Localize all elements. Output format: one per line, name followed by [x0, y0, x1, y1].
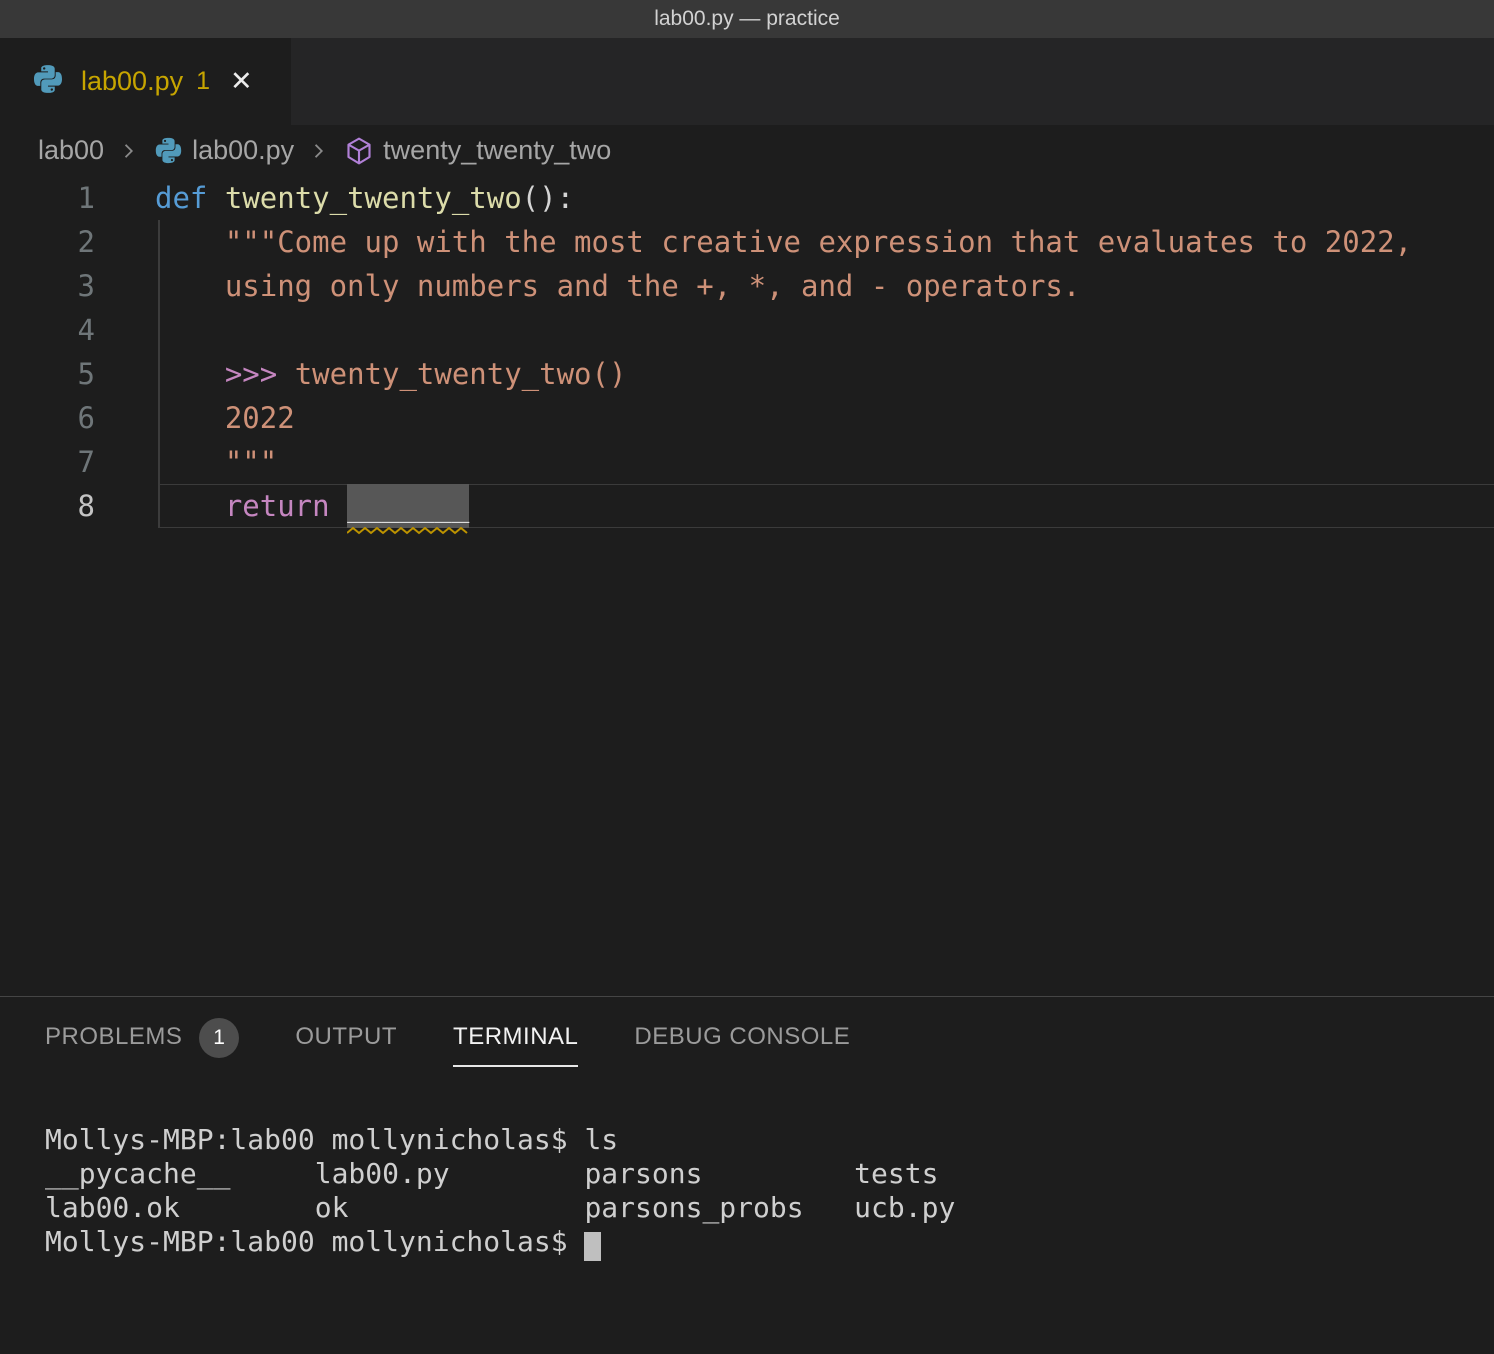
terminal-line: lab00.ok ok parsons_probs ucb.py	[45, 1191, 955, 1225]
code-line[interactable]: 2 """Come up with the most creative expr…	[0, 220, 1494, 264]
window-title: lab00.py — practice	[654, 7, 840, 31]
symbol-cube-icon	[344, 136, 374, 166]
code-line[interactable]: 7 """	[0, 440, 1494, 484]
tab-lab00py[interactable]: lab00.py 1 ✕	[0, 38, 291, 125]
tab-filename: lab00.py	[81, 66, 183, 97]
code-text: """	[95, 440, 277, 484]
panel-tab-label: DEBUG CONSOLE	[634, 1023, 850, 1051]
bottom-panel: PROBLEMS1OUTPUTTERMINALDEBUG CONSOLE Mol…	[0, 996, 1494, 1354]
panel-tab-output[interactable]: OUTPUT	[295, 1023, 397, 1067]
code-text: def twenty_twenty_two():	[95, 176, 574, 220]
code-text: return _______	[95, 484, 469, 528]
python-icon	[154, 136, 183, 165]
breadcrumb-file[interactable]: lab00.py	[154, 135, 294, 166]
terminal-line: Mollys-MBP:lab00 mollynicholas$	[45, 1225, 955, 1259]
panel-tab-bar: PROBLEMS1 OUTPUT TERMINAL DEBUG CONSOLE	[45, 1023, 850, 1067]
line-number: 4	[0, 308, 95, 352]
terminal-line: __pycache__ lab00.py parsons tests	[45, 1157, 955, 1191]
vscode-window: lab00.py — practice lab00.py 1 ✕ lab00	[0, 0, 1494, 1354]
terminal[interactable]: Mollys-MBP:lab00 mollynicholas$ ls__pyca…	[45, 1123, 955, 1259]
editor-tab-bar: lab00.py 1 ✕	[0, 38, 1494, 125]
titlebar: lab00.py — practice	[0, 0, 1494, 38]
line-number: 1	[0, 176, 95, 220]
code-line[interactable]: 5 >>> twenty_twenty_two()	[0, 352, 1494, 396]
close-icon[interactable]: ✕	[230, 66, 253, 97]
line-number: 6	[0, 396, 95, 440]
code-text: 2022	[95, 396, 295, 440]
code-text: >>> twenty_twenty_two()	[95, 352, 626, 396]
line-number: 7	[0, 440, 95, 484]
panel-tab-label: TERMINAL	[453, 1023, 578, 1051]
code-line[interactable]: 3 using only numbers and the +, *, and -…	[0, 264, 1494, 308]
panel-tab-terminal[interactable]: TERMINAL	[453, 1023, 578, 1067]
chevron-right-icon	[118, 140, 140, 162]
code-line[interactable]: 6 2022	[0, 396, 1494, 440]
panel-tab-label: PROBLEMS	[45, 1023, 182, 1051]
panel-tab-debug-console[interactable]: DEBUG CONSOLE	[634, 1023, 850, 1067]
breadcrumb-symbol[interactable]: twenty_twenty_two	[344, 135, 611, 166]
return-placeholder: _______	[347, 484, 469, 528]
code-text: using only numbers and the +, *, and - o…	[95, 264, 1080, 308]
line-number: 5	[0, 352, 95, 396]
terminal-cursor	[584, 1232, 601, 1261]
python-icon	[32, 63, 64, 100]
terminal-line: Mollys-MBP:lab00 mollynicholas$ ls	[45, 1123, 955, 1157]
warning-squiggle-icon	[347, 527, 469, 535]
code-line[interactable]: 8 return _______	[0, 484, 1494, 528]
code-editor[interactable]: 1def twenty_twenty_two():2 """Come up wi…	[0, 176, 1494, 996]
line-number: 2	[0, 220, 95, 264]
line-number: 3	[0, 264, 95, 308]
breadcrumb-folder[interactable]: lab00	[38, 135, 104, 166]
chevron-right-icon	[308, 140, 330, 162]
indent-guide	[158, 220, 160, 528]
problems-count-badge: 1	[199, 1018, 239, 1058]
code-text: """Come up with the most creative expres…	[95, 220, 1412, 264]
panel-tab-problems[interactable]: PROBLEMS1	[45, 1023, 239, 1067]
breadcrumb: lab00 lab00.py twenty_twenty_two	[0, 125, 1494, 176]
line-number: 8	[0, 484, 95, 528]
code-text	[95, 308, 155, 352]
code-lines: 1def twenty_twenty_two():2 """Come up wi…	[0, 176, 1494, 528]
code-line[interactable]: 1def twenty_twenty_two():	[0, 176, 1494, 220]
tab-problem-count: 1	[196, 67, 210, 96]
code-line[interactable]: 4	[0, 308, 1494, 352]
panel-tab-label: OUTPUT	[295, 1023, 397, 1051]
